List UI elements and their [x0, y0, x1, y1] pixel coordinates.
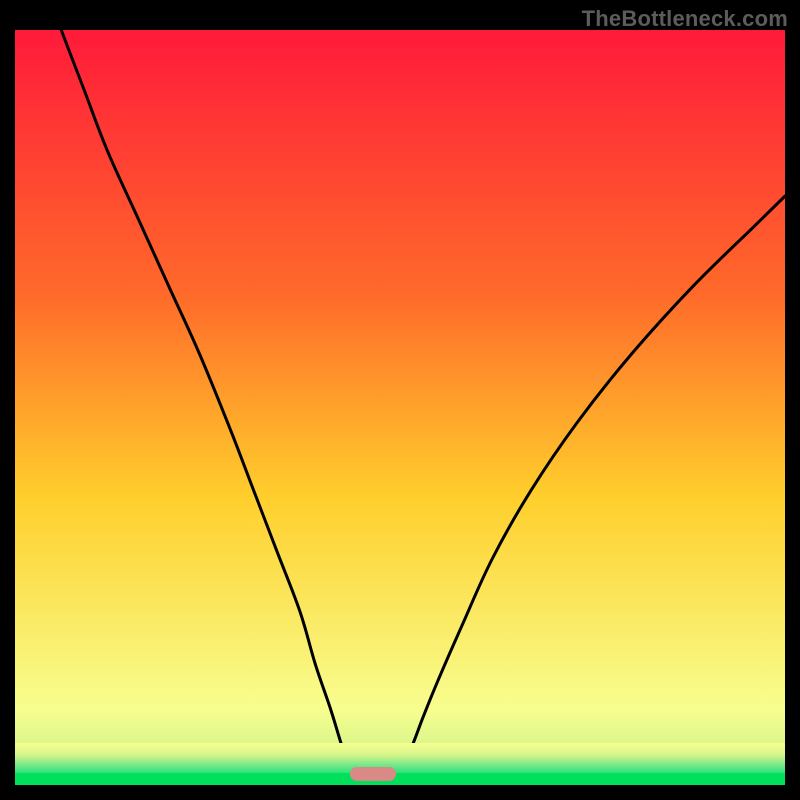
- heat-background-rect: [15, 30, 785, 785]
- baseline-strip: [15, 773, 785, 785]
- chart-frame: TheBottleneck.com: [0, 0, 800, 800]
- plot-svg: [15, 30, 785, 785]
- plot-area: [15, 30, 785, 785]
- baseline-fade: [15, 743, 785, 773]
- minimum-marker: [350, 767, 396, 781]
- watermark-label: TheBottleneck.com: [582, 6, 788, 32]
